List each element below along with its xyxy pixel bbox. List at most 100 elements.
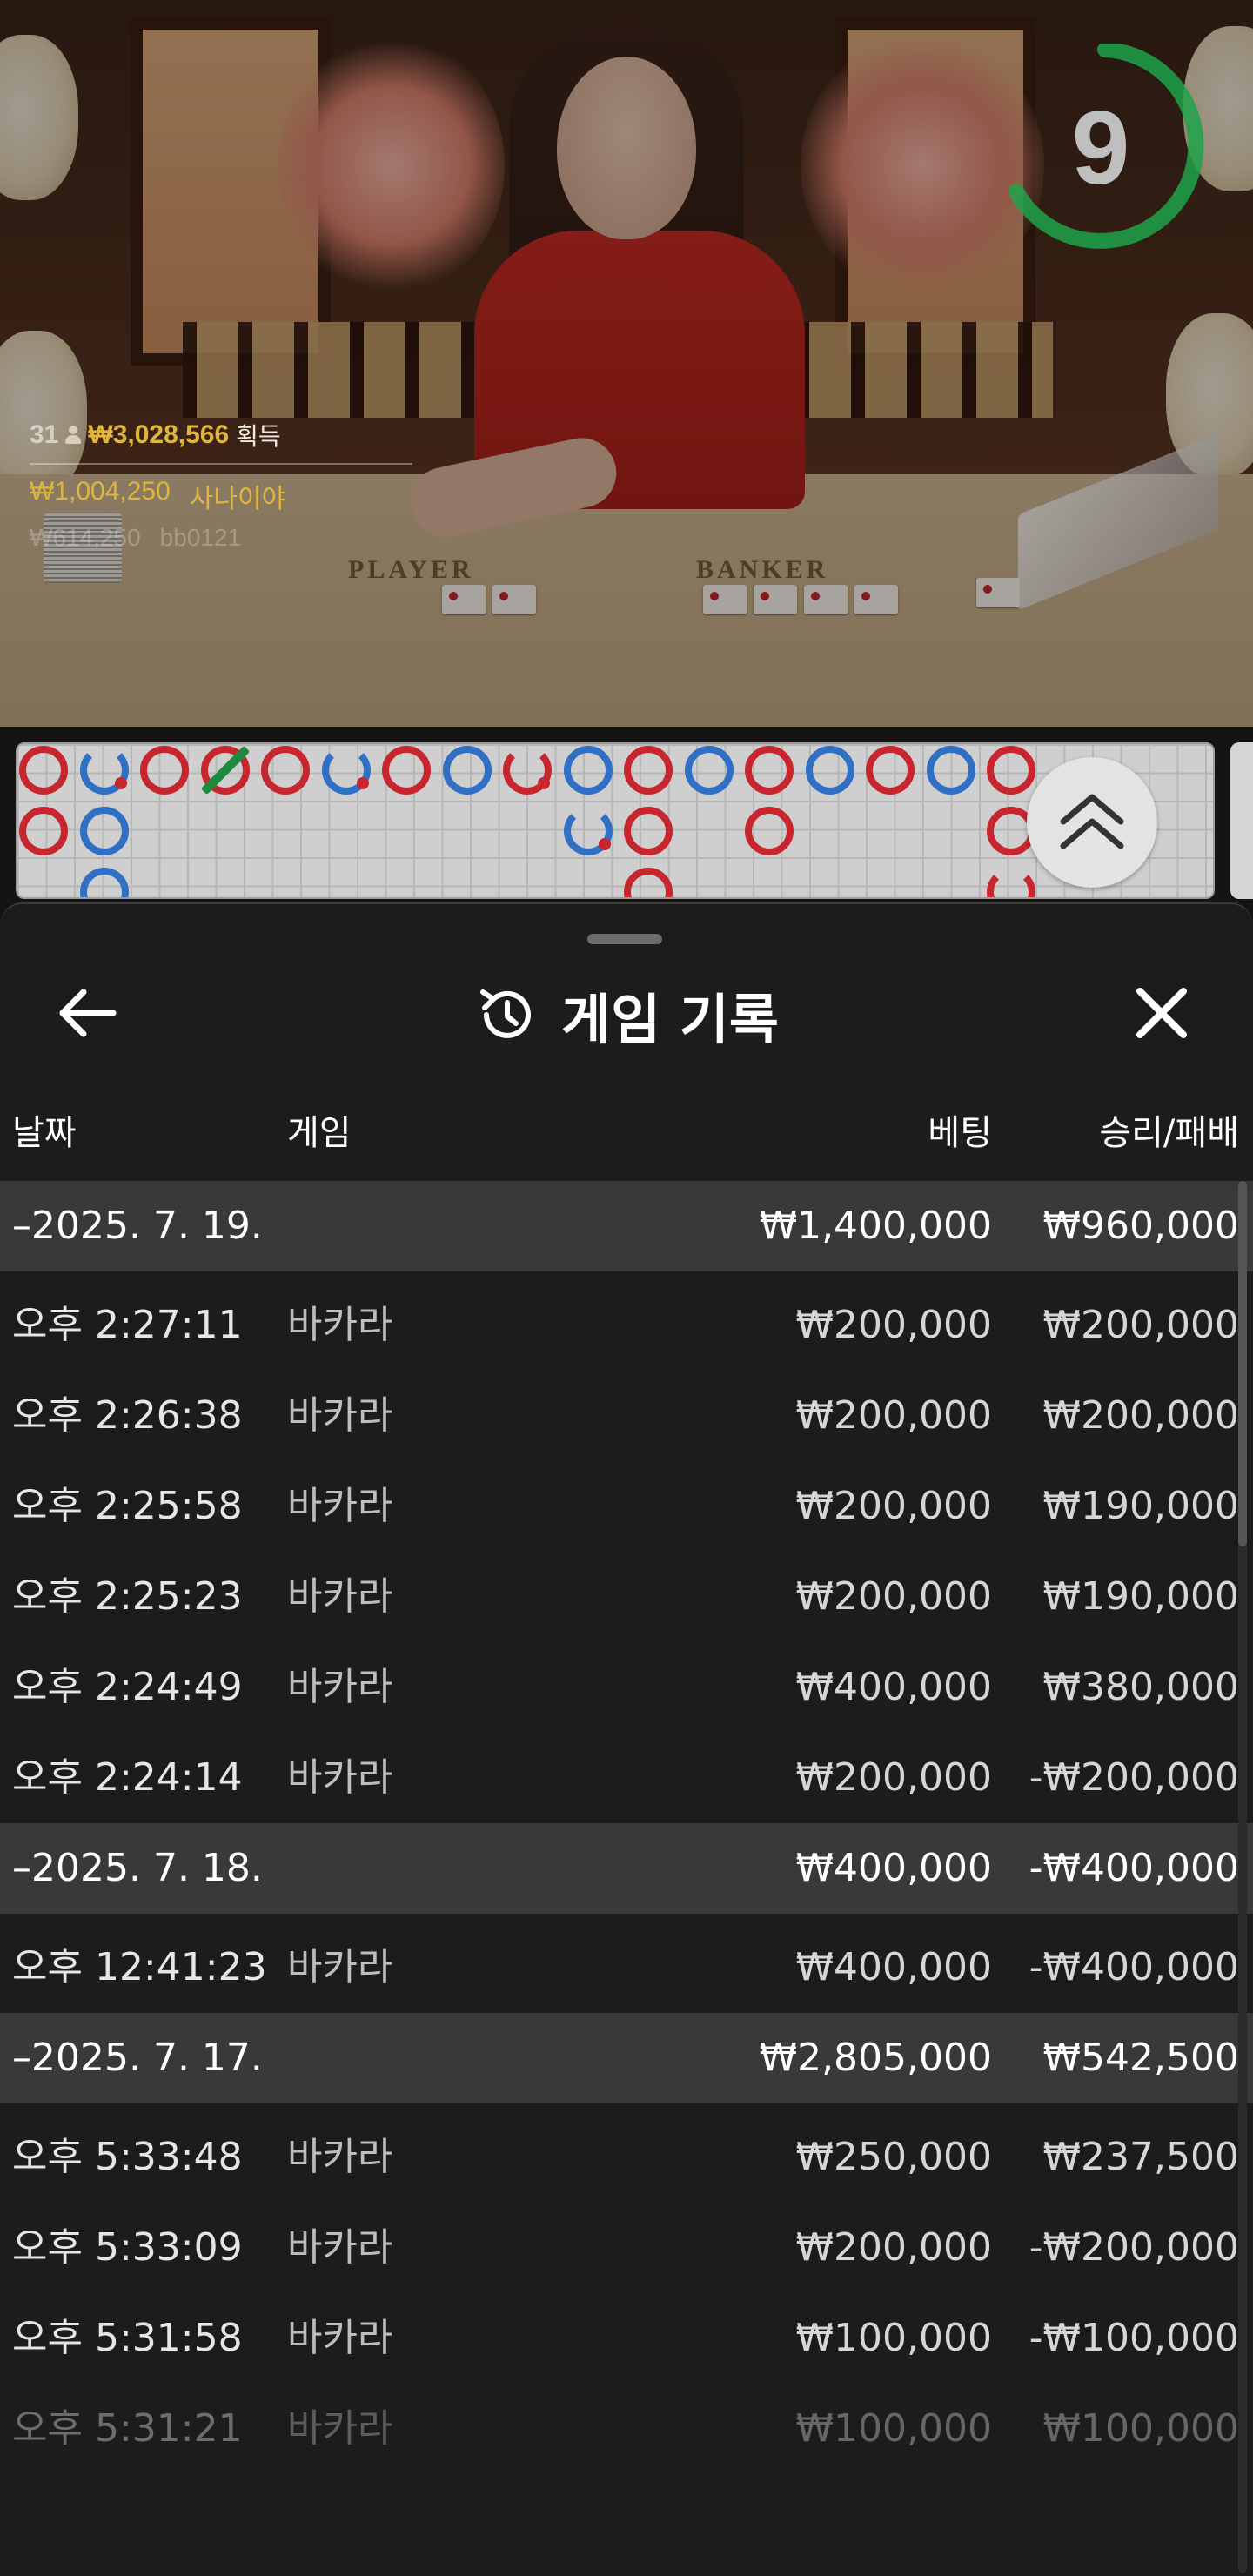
column-header-game: 게임: [287, 1113, 352, 1153]
date-group-row[interactable]: –2025. 7. 18. ₩400,000 -₩400,000: [0, 1823, 1253, 1914]
row-result: -₩100,000: [1029, 2316, 1239, 2360]
row-date: –2025. 7. 18.: [12, 1846, 263, 1890]
win-summary: 31 ₩3,028,566 획득 ₩1,004,250 사나이야 ₩614,25…: [30, 418, 412, 552]
row-bet: ₩2,805,000: [759, 2036, 992, 2080]
date-group-row[interactable]: –2025. 7. 19. ₩1,400,000 ₩960,000: [0, 1181, 1253, 1271]
row-game: 바카라: [287, 1303, 393, 1347]
row-date: 오후 2:24:49: [12, 1665, 243, 1709]
row-bet: ₩200,000: [795, 2225, 992, 2270]
row-result: ₩237,500: [1042, 2135, 1239, 2179]
row-result: ₩542,500: [1042, 2036, 1239, 2080]
row-bet: ₩200,000: [795, 1303, 992, 1347]
row-bet: ₩1,400,000: [759, 1204, 992, 1248]
road-bead-player: [805, 746, 854, 795]
history-row[interactable]: 오후 2:24:14 바카라 ₩200,000 -₩200,000: [0, 1733, 1253, 1823]
top-winner-amount: ₩1,004,250: [30, 477, 171, 506]
road-bead-player: [684, 746, 734, 795]
panel-title-text: 게임 기록: [561, 988, 779, 1051]
row-bet: ₩200,000: [795, 1393, 992, 1438]
column-header-result: 승리/패배: [1099, 1113, 1239, 1153]
person-icon: [65, 426, 82, 445]
row-date: 오후 2:27:11: [12, 1303, 243, 1347]
road-bead-banker: [19, 746, 68, 795]
history-row[interactable]: 오후 5:31:58 바카라 ₩100,000 -₩100,000: [0, 2293, 1253, 2384]
close-icon: [1136, 988, 1187, 1038]
row-bet: ₩100,000: [795, 2406, 992, 2451]
row-date: 오후 12:41:23: [12, 1945, 267, 1989]
road-edge: [1230, 742, 1253, 899]
row-result: -₩400,000: [1029, 1846, 1239, 1890]
row-game: 바카라: [287, 1945, 393, 1989]
scrollbar-thumb[interactable]: [1238, 1181, 1247, 1546]
row-date: –2025. 7. 17.: [12, 2036, 263, 2080]
road-bead-banker: [745, 746, 794, 795]
road-bead-banker: [503, 746, 552, 795]
row-game: 바카라: [287, 2316, 393, 2360]
row-date: 오후 2:25:58: [12, 1484, 243, 1528]
row-bet: ₩200,000: [795, 1755, 992, 1800]
countdown-number: 9: [1071, 90, 1130, 206]
history-row[interactable]: 오후 2:26:38 바카라 ₩200,000 ₩200,000: [0, 1371, 1253, 1461]
road-bead-banker: [624, 807, 673, 855]
row-result: ₩100,000: [1042, 2406, 1239, 2451]
history-row[interactable]: 오후 2:27:11 바카라 ₩200,000 ₩200,000: [0, 1280, 1253, 1371]
road-bead-banker: [624, 868, 673, 897]
history-row[interactable]: 오후 5:33:48 바카라 ₩250,000 ₩237,500: [0, 2112, 1253, 2203]
road-bead-player: [79, 746, 129, 795]
game-history-panel: 게임 기록 날짜 게임 베팅 승리/패배 –2025. 7. 19. ₩1,400…: [0, 902, 1253, 2576]
row-game: 바카라: [287, 1665, 393, 1709]
history-table: –2025. 7. 19. ₩1,400,000 ₩960,000 오후 2:27:1…: [0, 1181, 1253, 2474]
row-game: 바카라: [287, 1484, 393, 1528]
road-bead-player: [926, 746, 975, 795]
history-row[interactable]: 오후 12:41:23 바카라 ₩400,000 -₩400,000: [0, 1922, 1253, 2013]
second-winner-amount: ₩614,250: [30, 524, 141, 551]
countdown-timer: 9: [1008, 42, 1209, 252]
row-game: 바카라: [287, 1755, 393, 1800]
row-bet: ₩400,000: [795, 1846, 992, 1890]
road-bead-player: [79, 868, 129, 897]
history-row[interactable]: 오후 5:33:09 바카라 ₩200,000 -₩200,000: [0, 2203, 1253, 2293]
row-date: 오후 5:33:48: [12, 2135, 243, 2179]
row-bet: ₩100,000: [795, 2316, 992, 2360]
row-result: ₩380,000: [1042, 1665, 1239, 1709]
row-date: 오후 2:25:23: [12, 1574, 243, 1619]
road-bead-banker: [19, 807, 68, 855]
row-result: ₩200,000: [1042, 1303, 1239, 1347]
win-total-amount: ₩3,028,566: [88, 420, 230, 449]
row-bet: ₩400,000: [795, 1945, 992, 1989]
top-winner: ₩1,004,250 사나이야: [30, 477, 412, 515]
second-winner: ₩614,250 bb0121: [30, 524, 412, 552]
row-bet: ₩200,000: [795, 1574, 992, 1619]
road-bead-banker: [382, 746, 431, 795]
row-game: 바카라: [287, 2135, 393, 2179]
row-date: 오후 5:33:09: [12, 2225, 243, 2270]
history-row[interactable]: 오후 2:25:58 바카라 ₩200,000 ₩190,000: [0, 1461, 1253, 1552]
panel-title: 게임 기록: [0, 976, 1253, 1054]
road-bead-player: [563, 746, 613, 795]
row-result: -₩200,000: [1029, 1755, 1239, 1800]
date-group-row[interactable]: –2025. 7. 17. ₩2,805,000 ₩542,500: [0, 2013, 1253, 2103]
column-header-bet: 베팅: [928, 1113, 992, 1153]
history-row[interactable]: 오후 2:25:23 바카라 ₩200,000 ₩190,000: [0, 1552, 1253, 1642]
row-result: ₩190,000: [1042, 1574, 1239, 1619]
column-header-date: 날짜: [12, 1113, 77, 1153]
row-date: 오후 5:31:58: [12, 2316, 243, 2360]
row-result: -₩400,000: [1029, 1945, 1239, 1989]
row-result: ₩960,000: [1042, 1204, 1239, 1248]
close-button[interactable]: [1122, 974, 1201, 1052]
road-bead-player: [563, 807, 613, 855]
history-row[interactable]: 오후 2:24:49 바카라 ₩400,000 ₩380,000: [0, 1642, 1253, 1733]
history-row[interactable]: 오후 5:31:21 바카라 ₩100,000 ₩100,000: [0, 2384, 1253, 2474]
expand-road-button[interactable]: [1027, 757, 1157, 888]
road-bead-player: [321, 746, 371, 795]
row-game: 바카라: [287, 2406, 393, 2451]
row-bet: ₩200,000: [795, 1484, 992, 1528]
second-winner-name: bb0121: [159, 524, 242, 551]
double-chevron-up-icon: [1060, 794, 1124, 849]
row-bet: ₩400,000: [795, 1665, 992, 1709]
row-result: -₩200,000: [1029, 2225, 1239, 2270]
drag-handle[interactable]: [587, 934, 662, 944]
live-video: PLAYER BANKER 31 ₩3,028,566 획득 ₩1,004,25…: [0, 0, 1253, 727]
history-icon: [480, 989, 532, 1038]
road-bead-player: [79, 807, 129, 855]
